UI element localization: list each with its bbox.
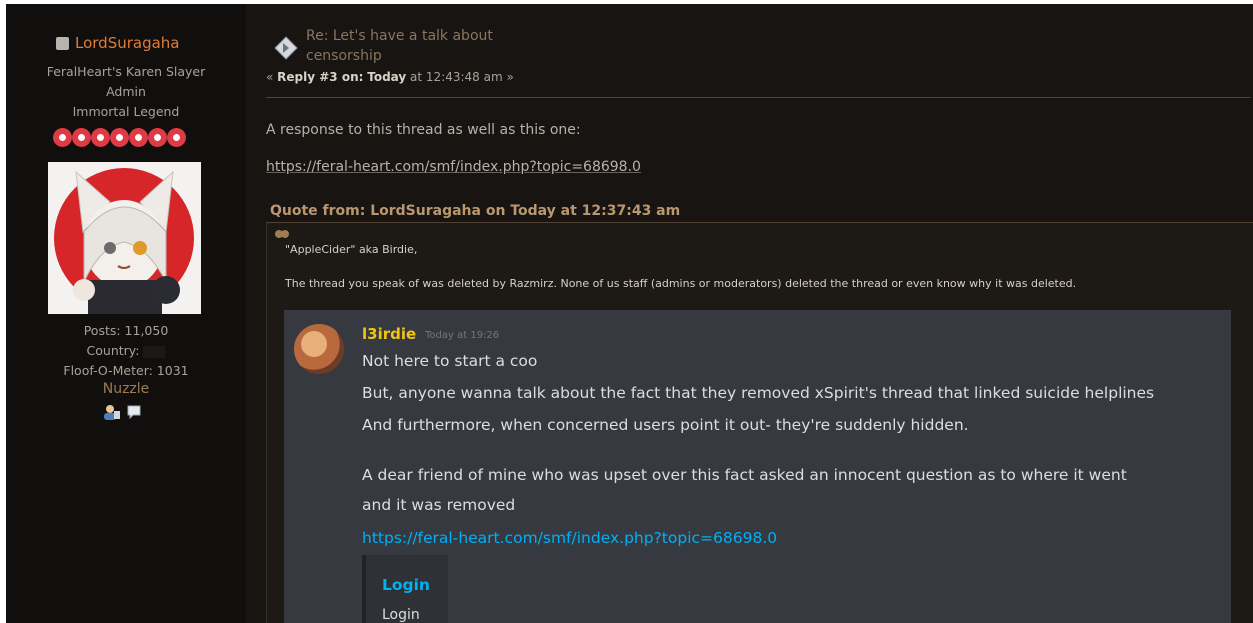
profile-icon[interactable] <box>103 404 121 420</box>
discord-screenshot: l3irdie Today at 19:26 Not here to start… <box>284 310 1231 623</box>
rank-star-icon <box>148 128 167 147</box>
discord-timestamp: Today at 19:26 <box>425 330 500 341</box>
country-flag-icon <box>143 345 166 358</box>
embed-description: Login <box>382 607 420 623</box>
nuzzle-link[interactable]: Nuzzle <box>6 381 246 397</box>
rank-star-icon <box>167 128 186 147</box>
discord-avatar <box>294 324 344 374</box>
post-link[interactable]: https://feral-heart.com/smf/index.php?to… <box>266 159 641 175</box>
rank-stars <box>53 128 186 147</box>
post-text-intro: A response to this thread as well as thi… <box>266 122 581 138</box>
username-row: LordSuragaha <box>56 34 180 52</box>
discord-message-line: And furthermore, when concerned users po… <box>362 416 969 434</box>
country-label: Country: <box>86 343 140 358</box>
floof-meter: Floof-O-Meter: 1031 <box>63 363 189 378</box>
meta-time: at 12:43:48 am » <box>410 70 514 84</box>
discord-message-line: and it was removed <box>362 496 516 514</box>
poster-info: LordSuragaha FeralHeart's Karen Slayer A… <box>6 4 246 623</box>
rank-star-icon <box>72 128 91 147</box>
discord-username: l3irdie <box>362 325 417 343</box>
reply-number[interactable]: Reply #3 on: <box>277 70 363 84</box>
offline-status-icon <box>56 36 69 50</box>
meta-prefix: « <box>266 70 278 84</box>
embed-title: Login <box>382 576 430 594</box>
header-divider <box>266 97 1251 98</box>
rank-star-icon <box>53 128 72 147</box>
poster-avatar[interactable] <box>48 162 201 314</box>
forum-post: LordSuragaha FeralHeart's Karen Slayer A… <box>6 4 1253 623</box>
personal-message-icon[interactable] <box>126 404 142 420</box>
quote-body: The thread you speak of was deleted by R… <box>285 277 1077 290</box>
post-count: Posts: 11,050 <box>83 323 169 338</box>
discord-message-line: Not here to start a coo <box>362 352 538 370</box>
member-group: Admin <box>106 84 146 99</box>
post-content: Re: Let's have a talk about censorship «… <box>266 4 1253 623</box>
quote-header[interactable]: Quote from: LordSuragaha on Today at 12:… <box>270 203 680 219</box>
discord-message-line: But, anyone wanna talk about the fact th… <box>362 384 1155 402</box>
discord-message-line: A dear friend of mine who was upset over… <box>362 466 1127 484</box>
post-group: Immortal Legend <box>72 104 180 119</box>
quote-box: "AppleCider" aka Birdie, The thread you … <box>266 222 1253 623</box>
poster-icons <box>103 404 142 420</box>
quote-icon <box>275 230 289 238</box>
rank-star-icon <box>129 128 148 147</box>
post-title[interactable]: Re: Let's have a talk about censorship <box>306 26 566 66</box>
poster-username[interactable]: LordSuragaha <box>75 34 180 52</box>
discord-embed: Login Login <box>362 555 448 623</box>
custom-title: FeralHeart's Karen Slayer <box>46 64 206 79</box>
post-meta: « Reply #3 on: Today at 12:43:48 am » <box>266 70 514 84</box>
rank-star-icon <box>110 128 129 147</box>
discord-link: https://feral-heart.com/smf/index.php?to… <box>362 529 778 547</box>
quote-greeting: "AppleCider" aka Birdie, <box>285 243 418 256</box>
meta-today: Today <box>367 70 407 84</box>
post-diamond-icon <box>274 36 298 60</box>
country-row: Country: <box>6 343 246 358</box>
rank-star-icon <box>91 128 110 147</box>
